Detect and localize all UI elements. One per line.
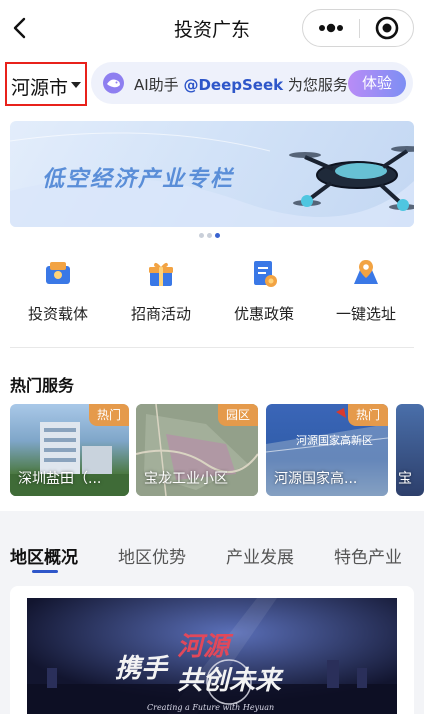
quick-action-investment-carrier[interactable]: 投资载体: [10, 258, 106, 328]
mini-program-capsule: [302, 9, 414, 47]
slogan-subtitle: Creating a Future with Heyuan: [147, 703, 275, 712]
tab-featured-industries[interactable]: 特色产业: [334, 543, 402, 568]
city-selector[interactable]: 河源市: [5, 62, 87, 106]
quick-action-policies[interactable]: 优惠政策: [216, 258, 312, 328]
quick-action-site-selection[interactable]: 一键选址: [318, 258, 414, 328]
carousel-dot: [199, 233, 204, 238]
card-badge: 园区: [217, 404, 258, 426]
service-card[interactable]: 园区 宝龙工业小区: [136, 404, 258, 496]
city-label: 河源市: [11, 77, 69, 99]
slogan-bottom: 共创未来: [177, 666, 282, 696]
card-sign-text: 河源国家高新区: [296, 434, 373, 447]
active-tab-indicator: [32, 570, 58, 573]
ai-assistant-text: AI助手 @DeepSeek 为您服务: [134, 74, 348, 95]
service-card[interactable]: 河源国家高新区 热门 河源国家高...: [266, 404, 388, 496]
quick-action-label: 优惠政策: [233, 305, 294, 323]
carousel-dot-active: [215, 233, 220, 238]
quick-action-label: 招商活动: [130, 305, 191, 323]
carousel-dot: [207, 233, 212, 238]
banner-carousel[interactable]: 低空经济产业专栏: [10, 121, 414, 227]
more-dots-icon[interactable]: [303, 10, 359, 46]
gift-event-icon: [149, 262, 173, 286]
slogan-left: 携手: [115, 654, 168, 684]
tab-industry-development[interactable]: 产业发展: [226, 543, 294, 568]
banner-title: 低空经济产业专栏: [42, 167, 235, 192]
deepseek-whale-icon: [103, 72, 124, 94]
card-badge: 热门: [88, 404, 129, 426]
ai-handle: @DeepSeek: [183, 76, 284, 94]
promo-video[interactable]: 携手 河源 共创未来 Creating a Future with Heyuan: [27, 598, 397, 714]
card-name: 宝龙工业小区: [144, 471, 228, 487]
slogan-highlight: 河源: [177, 632, 230, 662]
location-select-icon: [354, 260, 378, 284]
quick-action-events[interactable]: 招商活动: [113, 258, 209, 328]
carousel-indicator: [199, 233, 229, 239]
card-name: 河源国家高...: [274, 471, 358, 487]
service-card[interactable]: 热门 深圳盐田（...: [10, 404, 129, 496]
quick-action-label: 投资载体: [27, 305, 88, 323]
tab-region-advantages[interactable]: 地区优势: [118, 543, 186, 568]
card-name: 宝: [398, 471, 412, 487]
navigation-bar: 投资广东: [0, 0, 424, 58]
service-card[interactable]: 宝: [396, 404, 424, 496]
section-divider: [10, 347, 414, 348]
ai-suffix: 为您服务: [283, 76, 348, 94]
ai-prefix: AI助手: [134, 76, 184, 94]
caret-down-icon: [71, 82, 81, 88]
tab-region-overview[interactable]: 地区概况: [10, 543, 78, 568]
try-ai-button[interactable]: 体验: [348, 70, 406, 97]
quick-action-label: 一键选址: [335, 305, 396, 323]
hot-services-title: 热门服务: [10, 376, 75, 395]
card-badge: 热门: [347, 404, 388, 426]
target-close-icon[interactable]: [360, 10, 414, 46]
card-name: 深圳盐田（...: [18, 471, 102, 487]
ai-assistant-bar[interactable]: AI助手 @DeepSeek 为您服务 体验: [91, 62, 413, 104]
investment-carrier-icon: [46, 262, 70, 284]
policy-document-icon: [254, 261, 277, 287]
